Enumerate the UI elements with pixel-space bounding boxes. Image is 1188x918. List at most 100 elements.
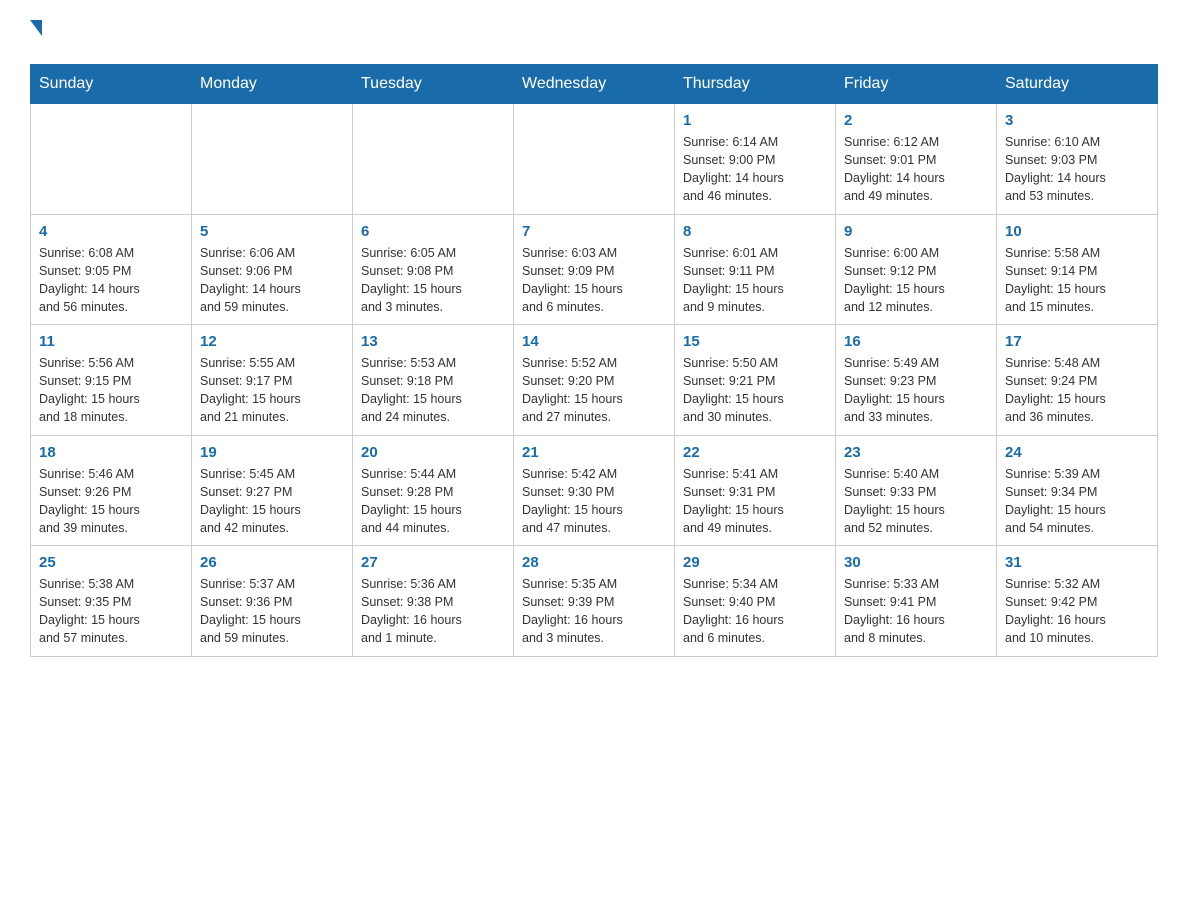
day-number: 3: [1005, 112, 1149, 129]
day-number: 14: [522, 333, 666, 350]
day-number: 4: [39, 223, 183, 240]
calendar-cell: [353, 104, 514, 215]
calendar-table: SundayMondayTuesdayWednesdayThursdayFrid…: [30, 64, 1158, 657]
calendar-cell: 20 Sunrise: 5:44 AM Sunset: 9:28 PM Dayli…: [353, 435, 514, 546]
column-header-tuesday: Tuesday: [353, 65, 514, 104]
calendar-cell: [514, 104, 675, 215]
day-info: Sunrise: 5:49 AM Sunset: 9:23 PM Dayligh…: [844, 354, 988, 427]
day-info: Sunrise: 5:48 AM Sunset: 9:24 PM Dayligh…: [1005, 354, 1149, 427]
day-info: Sunrise: 5:44 AM Sunset: 9:28 PM Dayligh…: [361, 465, 505, 538]
calendar-cell: 30 Sunrise: 5:33 AM Sunset: 9:41 PM Dayli…: [836, 546, 997, 657]
day-info: Sunrise: 6:00 AM Sunset: 9:12 PM Dayligh…: [844, 244, 988, 317]
day-info: Sunrise: 5:52 AM Sunset: 9:20 PM Dayligh…: [522, 354, 666, 427]
calendar-cell: 2 Sunrise: 6:12 AM Sunset: 9:01 PM Daylig…: [836, 104, 997, 215]
calendar-cell: 24 Sunrise: 5:39 AM Sunset: 9:34 PM Dayli…: [997, 435, 1158, 546]
calendar-cell: 28 Sunrise: 5:35 AM Sunset: 9:39 PM Dayli…: [514, 546, 675, 657]
calendar-cell: [31, 104, 192, 215]
day-info: Sunrise: 5:39 AM Sunset: 9:34 PM Dayligh…: [1005, 465, 1149, 538]
calendar-cell: 27 Sunrise: 5:36 AM Sunset: 9:38 PM Dayli…: [353, 546, 514, 657]
day-number: 20: [361, 444, 505, 461]
day-number: 28: [522, 554, 666, 571]
day-number: 11: [39, 333, 183, 350]
calendar-cell: 13 Sunrise: 5:53 AM Sunset: 9:18 PM Dayli…: [353, 325, 514, 436]
day-info: Sunrise: 6:14 AM Sunset: 9:00 PM Dayligh…: [683, 133, 827, 206]
calendar-cell: 26 Sunrise: 5:37 AM Sunset: 9:36 PM Dayli…: [192, 546, 353, 657]
calendar-cell: 15 Sunrise: 5:50 AM Sunset: 9:21 PM Dayli…: [675, 325, 836, 436]
day-number: 17: [1005, 333, 1149, 350]
calendar-cell: 7 Sunrise: 6:03 AM Sunset: 9:09 PM Daylig…: [514, 214, 675, 325]
day-number: 22: [683, 444, 827, 461]
calendar-cell: 9 Sunrise: 6:00 AM Sunset: 9:12 PM Daylig…: [836, 214, 997, 325]
day-info: Sunrise: 5:46 AM Sunset: 9:26 PM Dayligh…: [39, 465, 183, 538]
calendar-cell: 19 Sunrise: 5:45 AM Sunset: 9:27 PM Dayli…: [192, 435, 353, 546]
day-number: 5: [200, 223, 344, 240]
day-info: Sunrise: 5:45 AM Sunset: 9:27 PM Dayligh…: [200, 465, 344, 538]
calendar-cell: 4 Sunrise: 6:08 AM Sunset: 9:05 PM Daylig…: [31, 214, 192, 325]
calendar-cell: 1 Sunrise: 6:14 AM Sunset: 9:00 PM Daylig…: [675, 104, 836, 215]
day-number: 9: [844, 223, 988, 240]
calendar-cell: 23Sunrise: 5:40 AM Sunset: 9:33 PM Dayli…: [836, 435, 997, 546]
day-info: Sunrise: 6:10 AM Sunset: 9:03 PM Dayligh…: [1005, 133, 1149, 206]
day-number: 1: [683, 112, 827, 129]
day-info: Sunrise: 5:56 AM Sunset: 9:15 PM Dayligh…: [39, 354, 183, 427]
calendar-week-row: 4 Sunrise: 6:08 AM Sunset: 9:05 PM Daylig…: [31, 214, 1158, 325]
day-number: 29: [683, 554, 827, 571]
column-header-thursday: Thursday: [675, 65, 836, 104]
day-info: Sunrise: 5:38 AM Sunset: 9:35 PM Dayligh…: [39, 575, 183, 648]
day-number: 27: [361, 554, 505, 571]
day-number: 7: [522, 223, 666, 240]
day-number: 13: [361, 333, 505, 350]
day-info: Sunrise: 5:35 AM Sunset: 9:39 PM Dayligh…: [522, 575, 666, 648]
day-number: 10: [1005, 223, 1149, 240]
calendar-cell: 5Sunrise: 6:06 AM Sunset: 9:06 PM Daylig…: [192, 214, 353, 325]
column-header-monday: Monday: [192, 65, 353, 104]
day-info: Sunrise: 5:53 AM Sunset: 9:18 PM Dayligh…: [361, 354, 505, 427]
logo: [30, 20, 42, 44]
calendar-week-row: 18 Sunrise: 5:46 AM Sunset: 9:26 PM Dayli…: [31, 435, 1158, 546]
day-number: 23: [844, 444, 988, 461]
day-info: Sunrise: 5:50 AM Sunset: 9:21 PM Dayligh…: [683, 354, 827, 427]
column-header-friday: Friday: [836, 65, 997, 104]
day-number: 21: [522, 444, 666, 461]
calendar-cell: 18 Sunrise: 5:46 AM Sunset: 9:26 PM Dayli…: [31, 435, 192, 546]
page-header: [30, 20, 1158, 44]
day-info: Sunrise: 5:36 AM Sunset: 9:38 PM Dayligh…: [361, 575, 505, 648]
day-info: Sunrise: 6:12 AM Sunset: 9:01 PM Dayligh…: [844, 133, 988, 206]
calendar-cell: 21 Sunrise: 5:42 AM Sunset: 9:30 PM Dayli…: [514, 435, 675, 546]
day-info: Sunrise: 6:08 AM Sunset: 9:05 PM Dayligh…: [39, 244, 183, 317]
calendar-week-row: 25Sunrise: 5:38 AM Sunset: 9:35 PM Dayli…: [31, 546, 1158, 657]
calendar-cell: 14 Sunrise: 5:52 AM Sunset: 9:20 PM Dayli…: [514, 325, 675, 436]
day-info: Sunrise: 5:58 AM Sunset: 9:14 PM Dayligh…: [1005, 244, 1149, 317]
day-info: Sunrise: 5:55 AM Sunset: 9:17 PM Dayligh…: [200, 354, 344, 427]
calendar-cell: 31Sunrise: 5:32 AM Sunset: 9:42 PM Dayli…: [997, 546, 1158, 657]
day-info: Sunrise: 5:33 AM Sunset: 9:41 PM Dayligh…: [844, 575, 988, 648]
day-number: 18: [39, 444, 183, 461]
column-header-wednesday: Wednesday: [514, 65, 675, 104]
day-number: 6: [361, 223, 505, 240]
day-info: Sunrise: 5:32 AM Sunset: 9:42 PM Dayligh…: [1005, 575, 1149, 648]
day-number: 24: [1005, 444, 1149, 461]
calendar-cell: 17 Sunrise: 5:48 AM Sunset: 9:24 PM Dayli…: [997, 325, 1158, 436]
logo-arrow-icon: [30, 20, 42, 36]
day-number: 26: [200, 554, 344, 571]
calendar-cell: 10 Sunrise: 5:58 AM Sunset: 9:14 PM Dayli…: [997, 214, 1158, 325]
calendar-cell: 6Sunrise: 6:05 AM Sunset: 9:08 PM Daylig…: [353, 214, 514, 325]
day-info: Sunrise: 5:41 AM Sunset: 9:31 PM Dayligh…: [683, 465, 827, 538]
day-info: Sunrise: 5:42 AM Sunset: 9:30 PM Dayligh…: [522, 465, 666, 538]
day-info: Sunrise: 5:37 AM Sunset: 9:36 PM Dayligh…: [200, 575, 344, 648]
day-info: Sunrise: 6:03 AM Sunset: 9:09 PM Dayligh…: [522, 244, 666, 317]
calendar-header-row: SundayMondayTuesdayWednesdayThursdayFrid…: [31, 65, 1158, 104]
day-number: 16: [844, 333, 988, 350]
calendar-cell: [192, 104, 353, 215]
calendar-cell: 16 Sunrise: 5:49 AM Sunset: 9:23 PM Dayli…: [836, 325, 997, 436]
column-header-sunday: Sunday: [31, 65, 192, 104]
day-number: 30: [844, 554, 988, 571]
day-number: 2: [844, 112, 988, 129]
calendar-cell: 12Sunrise: 5:55 AM Sunset: 9:17 PM Dayli…: [192, 325, 353, 436]
calendar-cell: 29Sunrise: 5:34 AM Sunset: 9:40 PM Dayli…: [675, 546, 836, 657]
day-number: 19: [200, 444, 344, 461]
day-number: 15: [683, 333, 827, 350]
calendar-week-row: 1 Sunrise: 6:14 AM Sunset: 9:00 PM Daylig…: [31, 104, 1158, 215]
day-info: Sunrise: 6:01 AM Sunset: 9:11 PM Dayligh…: [683, 244, 827, 317]
calendar-cell: 11 Sunrise: 5:56 AM Sunset: 9:15 PM Dayli…: [31, 325, 192, 436]
